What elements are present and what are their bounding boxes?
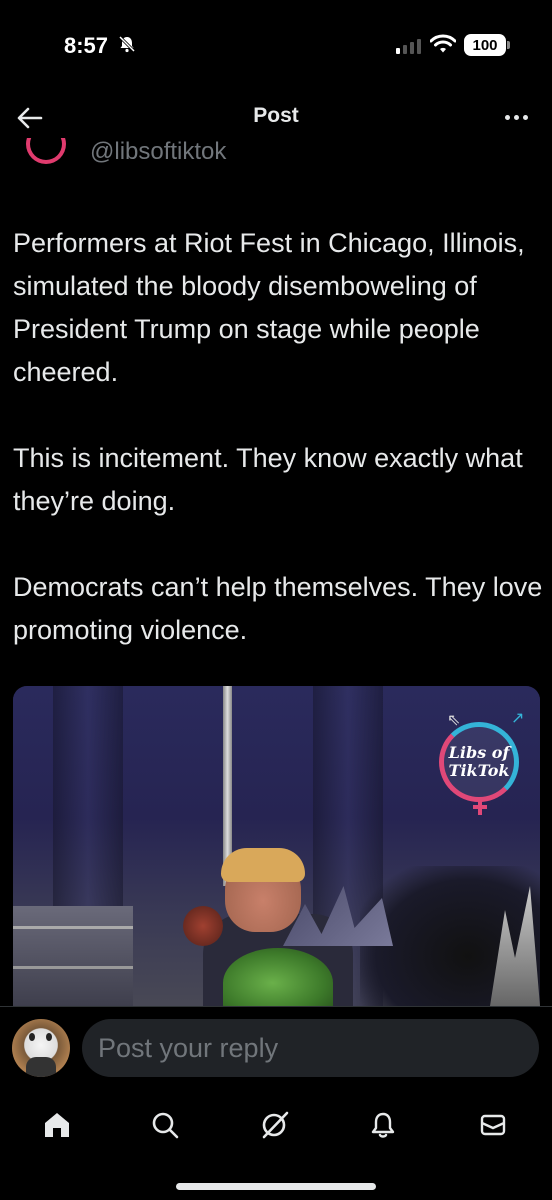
user-avatar[interactable] xyxy=(12,1019,70,1077)
post-paragraph: Democrats can’t help themselves. They lo… xyxy=(13,572,543,645)
post-header: Post xyxy=(0,92,552,144)
search-icon xyxy=(152,1112,179,1139)
watermark-text: TikTok xyxy=(448,761,510,780)
battery-tip xyxy=(507,41,510,49)
status-time: 8:57 xyxy=(64,33,109,58)
wifi-icon xyxy=(429,34,457,59)
stage-truss xyxy=(13,906,133,1016)
tab-home[interactable] xyxy=(32,1102,82,1148)
bell-slash-icon xyxy=(118,35,136,58)
ellipsis-icon xyxy=(504,114,510,120)
author-handle[interactable]: @libsoftiktok xyxy=(90,138,226,166)
tab-search[interactable] xyxy=(140,1102,190,1148)
grok-icon xyxy=(262,1111,289,1139)
cellular-signal-icon xyxy=(396,38,421,54)
notifications-icon xyxy=(371,1112,395,1138)
home-icon xyxy=(45,1113,69,1137)
mask-hair xyxy=(221,848,305,882)
libs-of-tiktok-watermark-logo: Libs of TikTok xyxy=(439,722,519,802)
home-indicator[interactable] xyxy=(176,1183,376,1190)
tab-messages[interactable] xyxy=(468,1102,518,1148)
watermark-arrow-icon: ↗ xyxy=(511,710,525,727)
author-row[interactable]: @libsoftiktok xyxy=(0,138,552,174)
post-media-video[interactable]: ⇖ ↗ Libs of TikTok xyxy=(13,686,540,1016)
post-paragraph: This is incitement. They know exactly wh… xyxy=(13,443,523,516)
reply-bar xyxy=(0,1006,552,1088)
messages-icon xyxy=(480,1114,506,1136)
watermark-cross-icon xyxy=(473,799,487,815)
author-avatar[interactable] xyxy=(26,138,66,164)
post-text: Performers at Riot Fest in Chicago, Illi… xyxy=(13,222,543,695)
prop-detail xyxy=(183,906,223,946)
reply-input[interactable] xyxy=(82,1019,539,1077)
watermark-text: Libs of xyxy=(448,743,510,762)
page-title: Post xyxy=(253,104,299,127)
bottom-tab-bar xyxy=(0,1088,552,1200)
battery-icon: 100 xyxy=(464,34,506,56)
post-paragraph: Performers at Riot Fest in Chicago, Illi… xyxy=(13,228,525,387)
status-bar: 8:57 100 xyxy=(0,0,552,92)
tab-notifications[interactable] xyxy=(358,1102,408,1148)
more-options-button[interactable] xyxy=(498,102,534,132)
tab-grok[interactable] xyxy=(250,1102,300,1148)
